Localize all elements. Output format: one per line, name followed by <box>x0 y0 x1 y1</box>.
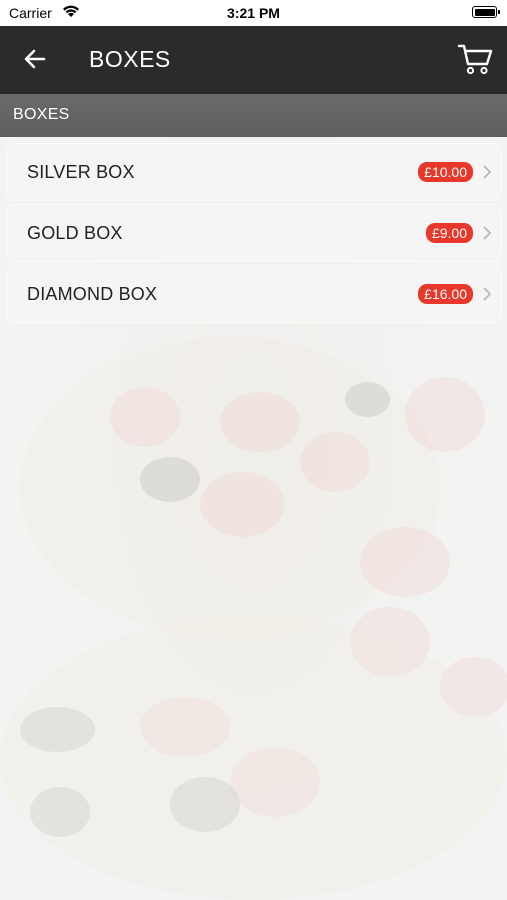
section-title: BOXES <box>13 106 70 123</box>
section-header: BOXES <box>0 94 507 137</box>
price-badge: £9.00 <box>425 223 473 243</box>
list-item[interactable]: DIAMOND BOX £16.00 <box>7 266 501 322</box>
status-time: 3:21 PM <box>227 5 280 21</box>
item-name: GOLD BOX <box>27 223 123 243</box>
item-name: DIAMOND BOX <box>27 284 158 304</box>
price-badge: £10.00 <box>418 162 473 182</box>
page-title: BOXES <box>89 46 171 72</box>
chevron-right-icon <box>483 165 491 179</box>
item-name: SILVER BOX <box>27 162 135 182</box>
chevron-right-icon <box>483 226 491 240</box>
shopping-cart-icon[interactable] <box>457 42 493 76</box>
arrow-left-icon[interactable] <box>22 46 48 72</box>
list-item[interactable]: GOLD BOX £9.00 <box>7 205 501 261</box>
status-bar: Carrier 3:21 PM <box>0 0 507 26</box>
chevron-right-icon <box>483 287 491 301</box>
price-badge: £16.00 <box>418 284 473 304</box>
box-list: SILVER BOX £10.00 GOLD BOX £9.00 DIAMOND… <box>7 144 501 327</box>
list-item[interactable]: SILVER BOX £10.00 <box>7 144 501 200</box>
navigation-bar: BOXES <box>0 26 507 94</box>
battery-icon <box>472 6 500 18</box>
